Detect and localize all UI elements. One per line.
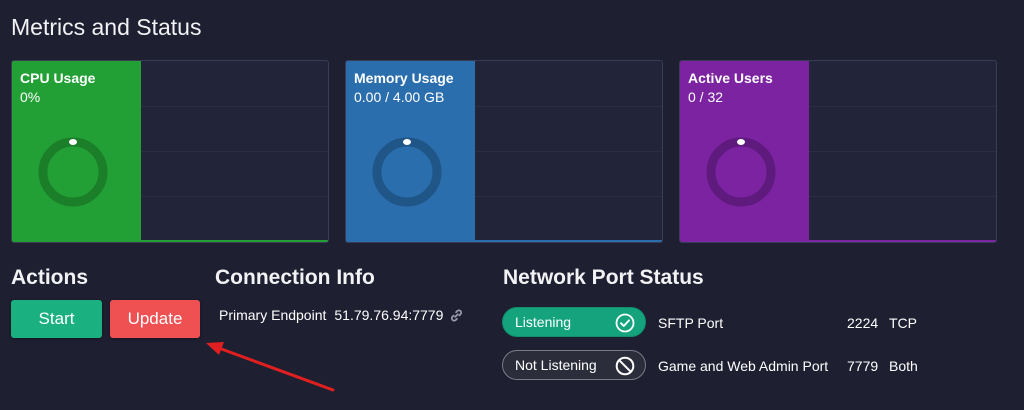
memory-usage-card: Memory Usage 0.00 / 4.00 GB (345, 60, 663, 243)
cpu-usage-ring (38, 137, 108, 207)
cpu-usage-label: CPU Usage (20, 70, 96, 86)
ring-indicator-dot (403, 139, 411, 145)
cpu-usage-panel: CPU Usage 0% (12, 61, 141, 242)
port-number: 7779 (847, 358, 879, 374)
port-status-badge-listening: Listening (502, 307, 646, 337)
annotation-arrow (206, 342, 335, 392)
actions-title: Actions (11, 266, 89, 289)
network-port-status-title: Network Port Status (503, 266, 704, 289)
port-protocol: Both (889, 358, 918, 374)
cpu-usage-graph (141, 61, 328, 242)
active-users-value: 0 / 32 (688, 89, 724, 105)
update-button[interactable]: Update (110, 300, 200, 338)
port-name: SFTP Port (658, 315, 724, 331)
port-name: Game and Web Admin Port (658, 358, 829, 374)
connection-info-title: Connection Info (215, 266, 375, 289)
ring-indicator-dot (737, 139, 745, 145)
active-users-panel: Active Users 0 / 32 (680, 61, 809, 242)
port-status-badge-not-listening: Not Listening (502, 350, 646, 380)
page-title: Metrics and Status (11, 14, 202, 40)
active-users-card: Active Users 0 / 32 (679, 60, 997, 243)
port-status-label: Listening (515, 314, 572, 330)
port-number: 2224 (847, 315, 879, 331)
start-button[interactable]: Start (11, 300, 102, 338)
blocked-icon (615, 356, 635, 376)
ring-indicator-dot (69, 139, 77, 145)
active-users-graph (809, 61, 996, 242)
cpu-usage-value: 0% (20, 89, 41, 105)
link-icon[interactable] (449, 308, 464, 323)
memory-usage-label: Memory Usage (354, 70, 454, 86)
primary-endpoint-label: Primary Endpoint (219, 307, 327, 323)
active-users-ring (706, 137, 776, 207)
memory-usage-panel: Memory Usage 0.00 / 4.00 GB (346, 61, 475, 242)
port-protocol: TCP (889, 315, 917, 331)
primary-endpoint-value: 51.79.76.94:7779 (334, 307, 444, 323)
port-status-label: Not Listening (515, 357, 597, 373)
check-circle-icon (615, 313, 635, 333)
cpu-usage-card: CPU Usage 0% (11, 60, 329, 243)
memory-usage-graph (475, 61, 662, 242)
primary-endpoint-row: Primary Endpoint 51.79.76.94:7779 (219, 307, 464, 323)
active-users-label: Active Users (688, 70, 773, 86)
memory-usage-value: 0.00 / 4.00 GB (354, 89, 445, 105)
memory-usage-ring (372, 137, 442, 207)
